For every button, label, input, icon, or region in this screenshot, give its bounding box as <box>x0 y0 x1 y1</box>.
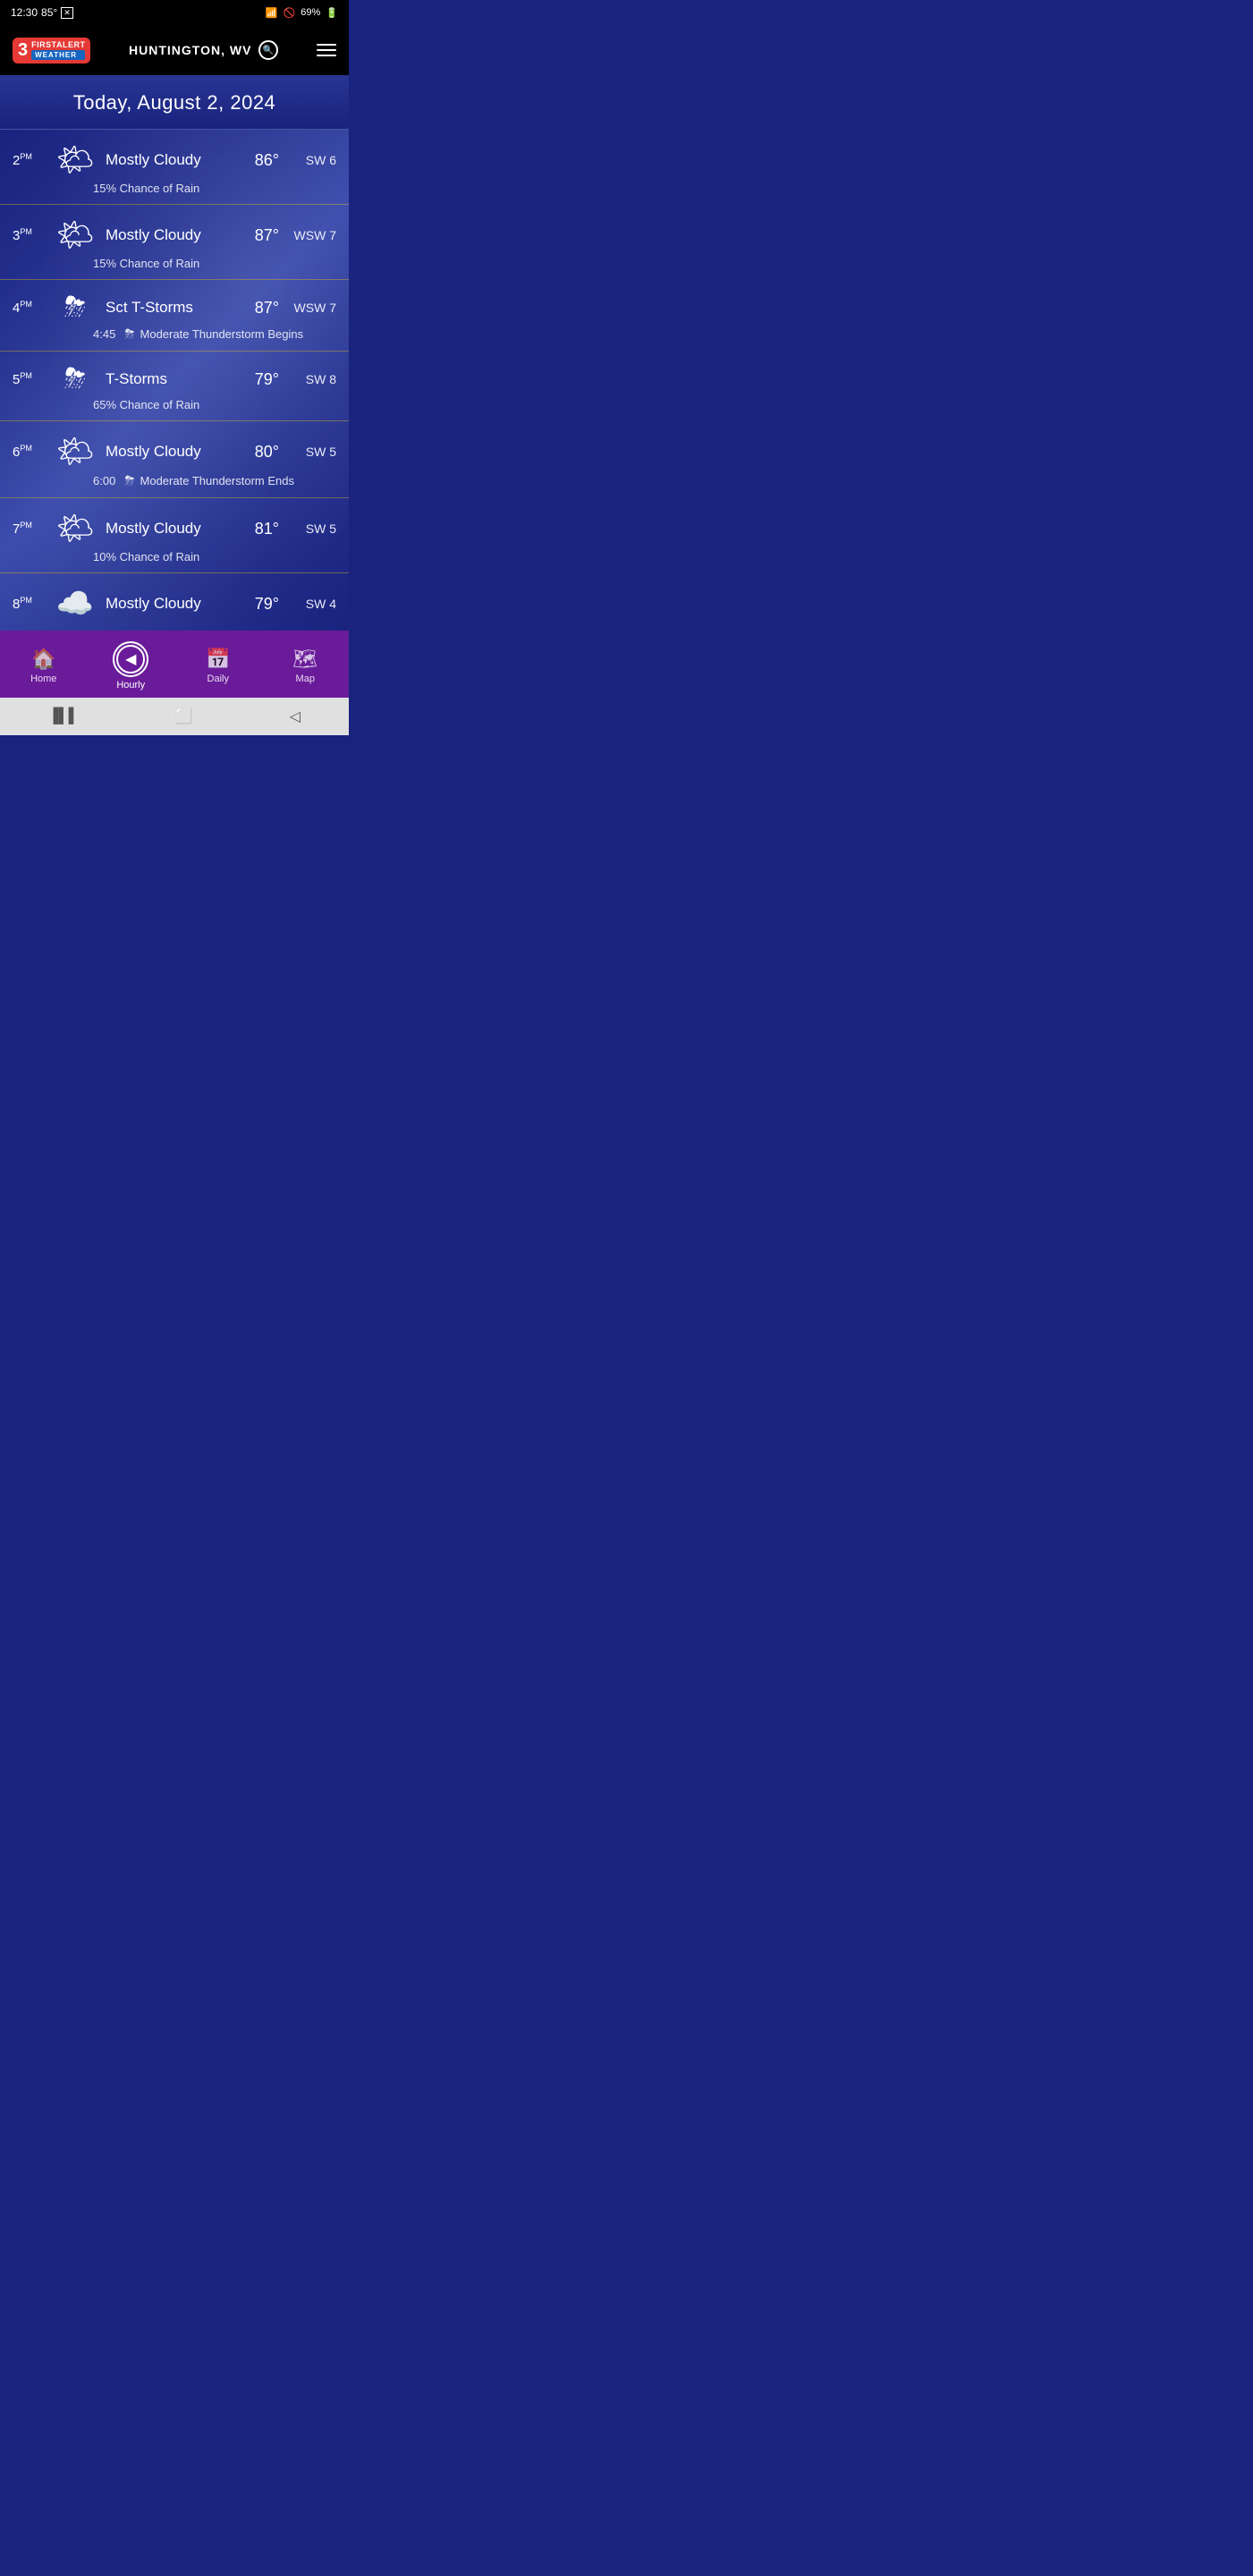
temp-5pm: 79° <box>241 370 279 389</box>
wind-7pm: SW 5 <box>293 521 336 536</box>
hourly-row-7pm: 7PM 🌤 Mostly Cloudy 81° SW 5 10% Chance … <box>0 498 349 573</box>
recent-apps-button[interactable]: ▐▌▌ <box>48 708 79 724</box>
condition-3pm: Mostly Cloudy <box>106 226 241 244</box>
detail-time-4pm: 4:45 <box>93 327 115 341</box>
battery-icon: 🔋 <box>326 7 338 19</box>
detail-2pm: 15% Chance of Rain <box>93 182 199 195</box>
condition-6pm: Mostly Cloudy <box>106 443 241 461</box>
channel-number: 3 <box>18 41 28 59</box>
wind-4pm: WSW 7 <box>293 301 336 315</box>
temp-3pm: 87° <box>241 226 279 245</box>
condition-2pm: Mostly Cloudy <box>106 151 241 169</box>
time-2pm: 2PM <box>13 152 45 168</box>
weather-text: WEATHER <box>31 50 85 60</box>
detail-5pm: 65% Chance of Rain <box>93 398 199 411</box>
nav-daily[interactable]: 📅 Daily <box>191 644 245 688</box>
location-label: HUNTINGTON, WV 🔍 <box>129 40 278 60</box>
status-bar: 12:30 85° ✕ 📶 🚫 69% 🔋 <box>0 0 349 25</box>
map-label: Map <box>296 674 315 684</box>
temp-4pm: 87° <box>241 299 279 318</box>
hourly-row-3pm: 3PM 🌤 Mostly Cloudy 87° WSW 7 15% Chance… <box>0 205 349 280</box>
search-button[interactable]: 🔍 <box>258 40 278 60</box>
home-label: Home <box>30 674 56 684</box>
status-left: 12:30 85° ✕ <box>11 6 73 19</box>
hourly-row-2pm: 2PM 🌤 Mostly Cloudy 86° SW 6 15% Chance … <box>0 130 349 205</box>
daily-icon: 📅 <box>206 648 230 671</box>
time-7pm: 7PM <box>13 521 45 537</box>
detail-6pm: Moderate Thunderstorm Ends <box>140 474 294 487</box>
status-right: 📶 🚫 69% 🔋 <box>266 7 338 19</box>
bottom-nav: 🏠 Home ◀ Hourly 📅 Daily 🗺 Map <box>0 631 349 698</box>
home-button[interactable]: ⬜ <box>175 708 193 725</box>
time-4pm: 4PM <box>13 300 45 316</box>
date-text: Today, August 2, 2024 <box>73 91 276 114</box>
wind-8pm: SW 4 <box>293 597 336 611</box>
icon-5pm: ⛈ <box>55 364 95 394</box>
icon-7pm: 🌤 <box>55 511 95 547</box>
detail-3pm: 15% Chance of Rain <box>93 257 199 270</box>
time-8pm: 8PM <box>13 596 45 612</box>
system-nav: ▐▌▌ ⬜ ◁ <box>0 698 349 735</box>
icon-8pm: ☁️ <box>55 586 95 622</box>
time-5pm: 5PM <box>13 371 45 387</box>
hourly-label: Hourly <box>116 680 145 691</box>
home-icon: 🏠 <box>31 648 55 671</box>
back-button[interactable]: ◁ <box>290 708 301 725</box>
status-temp: 85° <box>41 6 57 19</box>
hourly-list: 2PM 🌤 Mostly Cloudy 86° SW 6 15% Chance … <box>0 130 349 631</box>
search-icon: 🔍 <box>263 46 275 55</box>
icon-3pm: 🌤 <box>55 217 95 253</box>
wind-3pm: WSW 7 <box>293 228 336 242</box>
logo: 3 FIRSTALERT WEATHER <box>13 38 90 64</box>
icon-2pm: 🌤 <box>55 142 95 178</box>
hourly-row-8pm: 8PM ☁️ Mostly Cloudy 79° SW 4 <box>0 573 349 631</box>
detail-4pm: Moderate Thunderstorm Begins <box>140 327 304 341</box>
temp-2pm: 86° <box>241 151 279 170</box>
hourly-row-6pm: 6PM 🌤 Mostly Cloudy 80° SW 5 6:00 ⛈ Mode… <box>0 421 349 498</box>
detail-time-6pm: 6:00 <box>93 474 115 487</box>
detail-icon-6pm: ⛈ <box>124 473 134 488</box>
wind-6pm: SW 5 <box>293 445 336 459</box>
first-alert-text: FIRSTALERT <box>31 41 85 49</box>
detail-icon-4pm: ⛈ <box>124 326 134 342</box>
nav-hourly[interactable]: ◀ Hourly <box>104 638 157 694</box>
temp-8pm: 79° <box>241 595 279 614</box>
wind-5pm: SW 8 <box>293 372 336 386</box>
app-header: 3 FIRSTALERT WEATHER HUNTINGTON, WV 🔍 <box>0 25 349 75</box>
hourly-row-4pm: 4PM ⛈ Sct T-Storms 87° WSW 7 4:45 ⛈ Mode… <box>0 280 349 352</box>
time-3pm: 3PM <box>13 227 45 243</box>
condition-5pm: T-Storms <box>106 370 241 388</box>
icon-6pm: 🌤 <box>55 434 95 470</box>
hourly-row-5pm: 5PM ⛈ T-Storms 79° SW 8 65% Chance of Ra… <box>0 352 349 421</box>
condition-4pm: Sct T-Storms <box>106 299 241 317</box>
no-symbol-icon: 🚫 <box>284 7 296 19</box>
temp-7pm: 81° <box>241 520 279 538</box>
city-name: HUNTINGTON, WV <box>129 43 251 57</box>
condition-7pm: Mostly Cloudy <box>106 520 241 538</box>
date-banner: Today, August 2, 2024 <box>0 75 349 130</box>
map-icon: 🗺 <box>292 648 317 671</box>
daily-label: Daily <box>207 674 229 684</box>
battery-percent: 69% <box>301 7 320 18</box>
status-time: 12:30 <box>11 6 38 19</box>
temp-6pm: 80° <box>241 443 279 462</box>
status-x-icon: ✕ <box>61 7 73 19</box>
menu-button[interactable] <box>317 44 336 56</box>
logo-text-group: FIRSTALERT WEATHER <box>31 41 85 60</box>
time-6pm: 6PM <box>13 444 45 460</box>
nav-map[interactable]: 🗺 Map <box>278 644 332 688</box>
nav-home[interactable]: 🏠 Home <box>17 644 71 688</box>
hourly-icon: ◀ <box>116 645 145 674</box>
wifi-icon: 📶 <box>266 7 278 19</box>
detail-7pm: 10% Chance of Rain <box>93 550 199 564</box>
condition-8pm: Mostly Cloudy <box>106 595 241 613</box>
icon-4pm: ⛈ <box>55 292 95 323</box>
wind-2pm: SW 6 <box>293 153 336 167</box>
